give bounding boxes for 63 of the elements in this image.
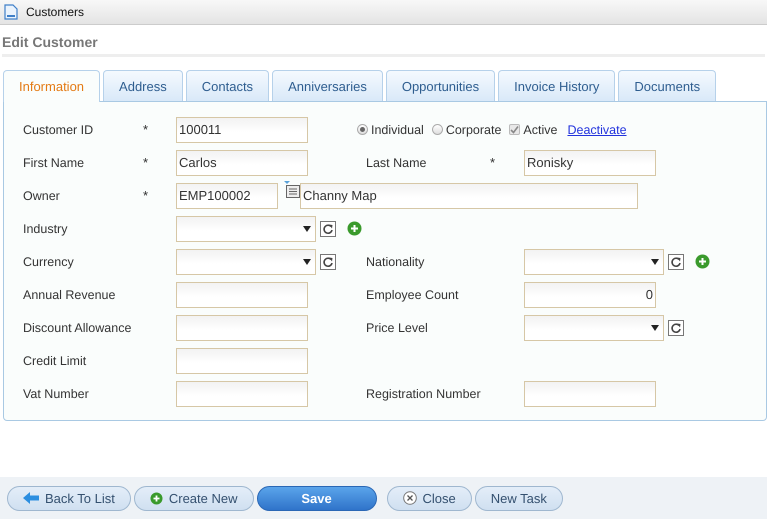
field-label: Price Level: [366, 320, 429, 334]
field-label: Customer ID: [23, 122, 94, 136]
action-button[interactable]: New Task: [474, 486, 563, 510]
tab[interactable]: Invoice History: [498, 70, 616, 101]
input-field[interactable]: Carlos: [176, 150, 308, 176]
list-icon[interactable]: [284, 180, 301, 198]
input-field[interactable]: Channy Map: [300, 182, 638, 208]
input-field[interactable]: [524, 380, 656, 406]
page-heading: Edit Customer: [2, 32, 765, 57]
radio-label: Individual: [371, 122, 424, 136]
action-button[interactable]: Create New: [134, 486, 254, 510]
input-field[interactable]: [176, 282, 308, 308]
input-field[interactable]: EMP100002: [176, 182, 278, 208]
input-field[interactable]: Ronisky: [524, 150, 656, 176]
dropdown-arrow-icon: [303, 258, 311, 264]
field-label: Owner: [23, 188, 61, 202]
tab[interactable]: Anniversaries: [272, 70, 383, 101]
add-icon[interactable]: [347, 221, 362, 236]
field-label: Discount Allowance: [23, 320, 132, 334]
document-icon: [4, 4, 18, 20]
field-label: Annual Revenue: [23, 288, 116, 302]
left-arrow-icon: [23, 492, 39, 504]
input-field[interactable]: [176, 348, 308, 374]
required-mark: *: [490, 155, 496, 170]
field-label: Last Name: [366, 156, 428, 170]
radio-button[interactable]: [357, 124, 368, 135]
field-label: Employee Count: [366, 288, 460, 302]
action-button[interactable]: Save: [256, 486, 376, 510]
window-title: Customers: [26, 5, 84, 19]
refresh-icon[interactable]: [668, 254, 684, 270]
radio-label: Corporate: [446, 122, 502, 136]
action-button[interactable]: Back To List: [7, 486, 131, 510]
close-icon: [402, 491, 416, 505]
required-mark: *: [143, 188, 148, 203]
radio-button[interactable]: [432, 124, 443, 135]
tab[interactable]: Address: [103, 70, 183, 101]
deactivate-link[interactable]: Deactivate: [567, 122, 627, 136]
field-label: Registration Number: [366, 386, 482, 400]
refresh-icon[interactable]: [320, 220, 336, 236]
dropdown-arrow-icon: [651, 258, 659, 264]
field-label: Nationality: [366, 254, 426, 268]
input-field[interactable]: [176, 314, 308, 340]
dropdown-arrow-icon: [651, 324, 659, 330]
field-label: Vat Number: [23, 386, 90, 400]
input-field[interactable]: 0: [524, 282, 656, 308]
tab[interactable]: Opportunities: [386, 70, 496, 101]
add-icon[interactable]: [695, 254, 710, 269]
refresh-icon[interactable]: [668, 320, 684, 336]
field-label: First Name: [23, 156, 86, 170]
add-icon: [150, 492, 163, 504]
tab[interactable]: Documents: [618, 70, 716, 101]
refresh-icon[interactable]: [320, 254, 336, 270]
input-field[interactable]: 100011: [176, 116, 308, 142]
dropdown-arrow-icon: [303, 226, 311, 232]
tab[interactable]: Contacts: [186, 70, 270, 101]
input-field[interactable]: [176, 380, 308, 406]
required-mark: *: [143, 122, 148, 137]
required-mark: *: [143, 155, 148, 170]
field-label: Currency: [23, 254, 75, 268]
field-label: Industry: [23, 222, 68, 236]
field-label: Credit Limit: [23, 354, 88, 368]
action-button[interactable]: Close: [386, 486, 472, 510]
checkbox-label: Active: [523, 122, 558, 136]
